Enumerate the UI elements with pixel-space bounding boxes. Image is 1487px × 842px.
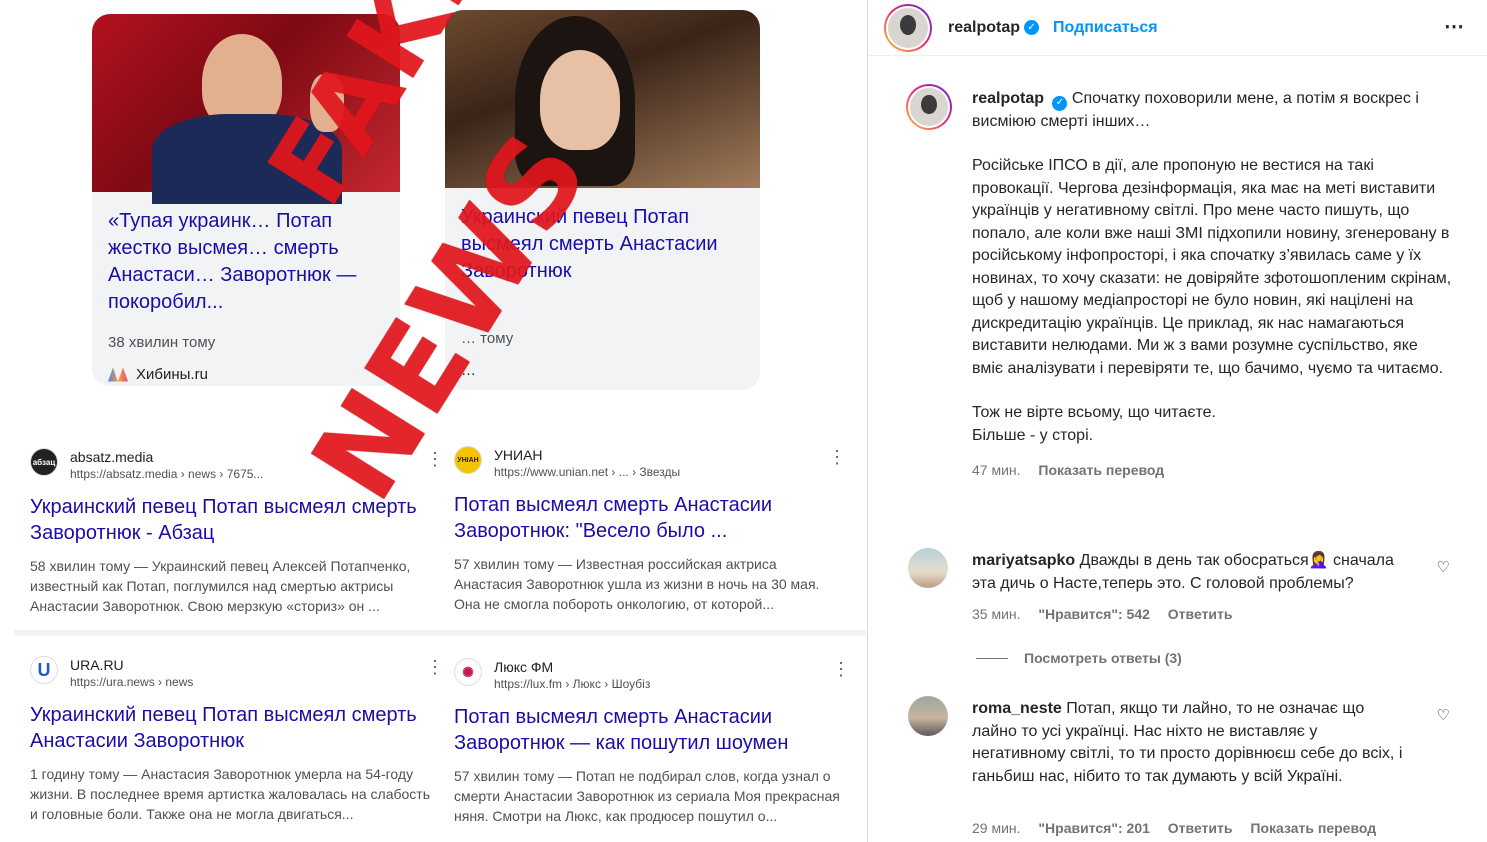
news-source: Хибины.ru — [108, 366, 208, 383]
translate-link[interactable]: Показать перевод — [1038, 462, 1164, 478]
more-options-icon[interactable]: ⋮ — [828, 448, 846, 466]
more-options-icon[interactable]: ⋯ — [1444, 14, 1465, 39]
site-favicon-icon: ✺ — [454, 658, 482, 686]
caption-paragraph: Тож не вірте всьому, що читаєте. — [972, 404, 1216, 422]
result-title[interactable]: Украинский певец Потап высмеял смерть Ан… — [30, 702, 430, 754]
verified-badge-icon: ✓ — [1024, 20, 1040, 35]
site-url: https://lux.fm › Люкс › Шоубіз — [494, 677, 651, 691]
comment-meta: 29 мин. "Нравится": 201 Ответить Показат… — [972, 820, 1390, 836]
news-time: 38 хвилин тому — [108, 334, 216, 351]
post-username[interactable]: realpotap — [948, 19, 1020, 37]
reply-button[interactable]: Ответить — [1168, 606, 1233, 622]
caption-meta: 47 мин. Показать перевод — [972, 459, 1452, 482]
avatar[interactable] — [908, 696, 948, 736]
news-photo — [92, 14, 400, 204]
result-snippet: 58 хвилин тому — Украинский певец Алексе… — [30, 558, 411, 614]
news-headline[interactable]: Украинский певец Потап высмеял смерть Ан… — [461, 204, 746, 285]
divider — [14, 630, 866, 636]
news-headline[interactable]: «Тупая украинк… Потап жестко высмея… сме… — [108, 208, 386, 316]
caption-username[interactable]: realpotap — [972, 90, 1044, 107]
more-options-icon[interactable]: ⋮ — [426, 658, 444, 676]
site-name: Люкс ФМ — [494, 659, 554, 675]
comment-time: 29 мин. — [972, 820, 1021, 836]
more-options-icon[interactable]: ⋮ — [832, 660, 850, 678]
news-card[interactable]: Украинский певец Потап высмеял смерть Ан… — [445, 10, 760, 390]
site-name: URA.RU — [70, 657, 124, 673]
avatar[interactable] — [908, 548, 948, 588]
result-site: абзац absatz.media https://absatz.media … — [30, 448, 430, 482]
result-title[interactable]: Украинский певец Потап высмеял смерть За… — [30, 494, 430, 546]
comment-username[interactable]: roma_neste — [972, 700, 1062, 717]
news-card[interactable]: «Тупая украинк… Потап жестко высмея… сме… — [92, 14, 400, 386]
result-snippet: 1 годину тому — Анастасия Заворотнюк уме… — [30, 766, 431, 822]
news-source: … — [461, 362, 476, 379]
more-options-icon[interactable]: ⋮ — [426, 450, 444, 468]
result-title[interactable]: Потап высмеял смерть Анастасии Заворотню… — [454, 492, 834, 544]
comment-time: 35 мин. — [972, 606, 1021, 622]
site-url: https://absatz.media › news › 7675... — [70, 467, 264, 481]
result-site: УНІАН УНИАН https://www.unian.net › ... … — [454, 446, 834, 480]
result-title[interactable]: Потап высмеял смерть Анастасии Заворотню… — [454, 704, 840, 756]
post-caption: realpotap ✓ Спочатку поховорили мене, а … — [972, 88, 1452, 482]
screen: «Тупая украинк… Потап жестко высмея… сме… — [0, 0, 1487, 842]
avatar[interactable] — [906, 84, 952, 130]
comment-likes[interactable]: "Нравится": 201 — [1038, 820, 1149, 836]
search-result[interactable]: U URA.RU https://ura.news › news ⋮ Украи… — [30, 656, 444, 824]
result-snippet: 57 хвилин тому — Известная российская ак… — [454, 556, 820, 612]
caption-paragraph: Російське ІПСО в дії, але пропоную не ве… — [972, 157, 1452, 377]
replies-line — [976, 657, 1008, 659]
post-image: «Тупая украинк… Потап жестко высмея… сме… — [0, 0, 867, 842]
comment-likes[interactable]: "Нравится": 542 — [1038, 606, 1149, 622]
source-logo-icon — [108, 367, 128, 382]
result-site: ✺ Люкс ФМ https://lux.fm › Люкс › Шоубіз — [454, 658, 840, 692]
site-url: https://ura.news › news — [70, 675, 194, 689]
verified-badge-icon: ✓ — [1052, 95, 1068, 111]
search-result[interactable]: УНІАН УНИАН https://www.unian.net › ... … — [454, 446, 846, 614]
reply-button[interactable]: Ответить — [1168, 820, 1233, 836]
result-site: U URA.RU https://ura.news › news — [30, 656, 430, 690]
search-result[interactable]: ✺ Люкс ФМ https://lux.fm › Люкс › Шоубіз… — [454, 658, 850, 826]
news-time: … тому — [461, 330, 514, 347]
site-favicon-icon: УНІАН — [454, 446, 482, 474]
result-snippet: 57 хвилин тому — Потап не подбирал слов,… — [454, 768, 840, 824]
view-replies-button[interactable]: Посмотреть ответы (3) — [976, 650, 1182, 666]
site-favicon-icon: абзац — [30, 448, 58, 476]
search-result[interactable]: абзац absatz.media https://absatz.media … — [30, 448, 444, 616]
follow-button[interactable]: Подписаться — [1053, 19, 1158, 37]
like-heart-icon[interactable]: ♡ — [1437, 706, 1450, 724]
caption-paragraph: Більше - у сторі. — [972, 426, 1094, 444]
post-time: 47 мин. — [972, 462, 1021, 479]
post-header: realpotap ✓ Подписаться ⋯ — [868, 0, 1487, 56]
site-name: УНИАН — [494, 447, 543, 463]
translate-link[interactable]: Показать перевод — [1250, 820, 1376, 836]
site-url: https://www.unian.net › ... › Звезды — [494, 465, 681, 479]
comment-meta: 35 мин. "Нравится": 542 Ответить — [972, 606, 1247, 622]
like-heart-icon[interactable]: ♡ — [1437, 558, 1450, 576]
site-favicon-icon: U — [30, 656, 58, 684]
comment-username[interactable]: mariyatsapko — [972, 552, 1075, 569]
site-name: absatz.media — [70, 449, 154, 465]
avatar[interactable] — [884, 3, 932, 52]
post-sidebar: realpotap ✓ Подписаться ⋯ realpotap ✓ Сп… — [867, 0, 1487, 842]
news-photo — [445, 10, 760, 188]
